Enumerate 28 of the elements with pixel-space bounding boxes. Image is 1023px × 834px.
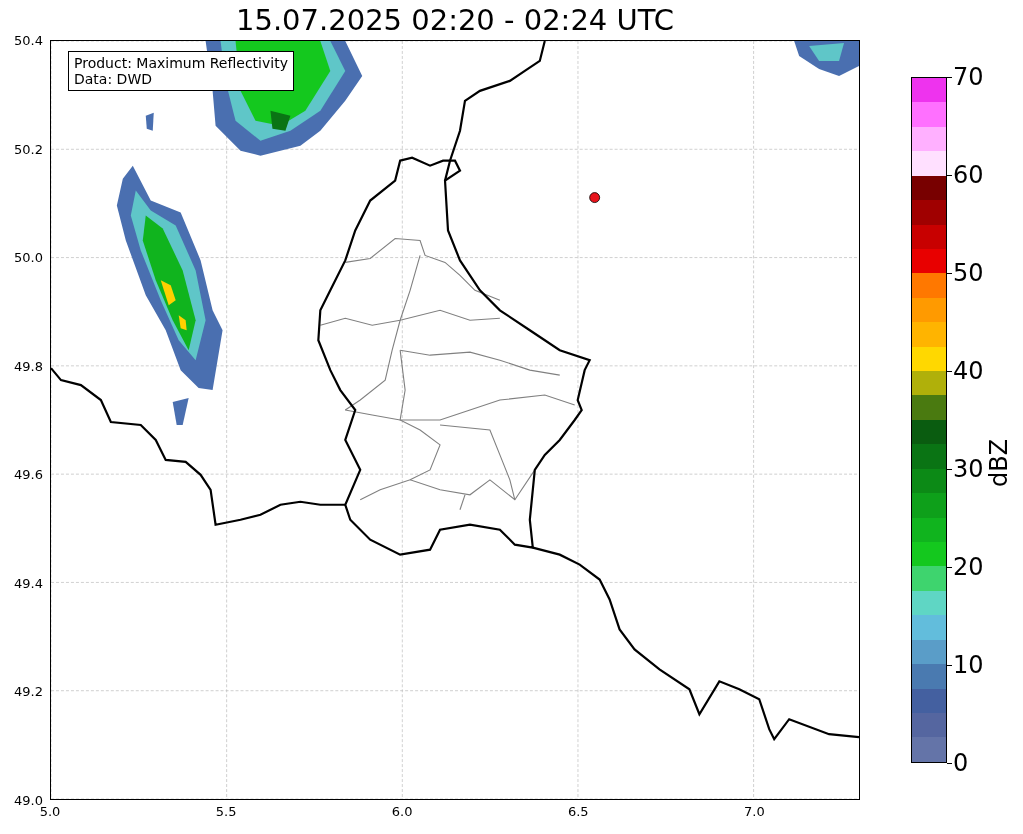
- x-tick-label: 6.0: [391, 805, 413, 818]
- location-marker-icon: [589, 192, 601, 203]
- x-tick-label: 7.0: [744, 805, 765, 818]
- y-tick-label: 49.0: [14, 793, 43, 807]
- y-tick-label: 50.0: [14, 250, 43, 264]
- colorbar-tick-label: 70: [953, 65, 984, 89]
- colorbar-tick-label: 10: [953, 653, 984, 677]
- x-tick-label: 6.5: [567, 805, 589, 818]
- chart-title: 15.07.2025 02:20 - 02:24 UTC: [235, 2, 675, 39]
- y-tick-label: 49.4: [14, 576, 43, 590]
- radar-echo-drawing: [172, 398, 189, 425]
- colorbar-tick-label: 50: [953, 261, 984, 285]
- y-tick-label: 49.8: [14, 359, 43, 373]
- colorbar-label: dBZ: [987, 438, 1011, 488]
- y-tick-label: 49.2: [14, 684, 43, 698]
- y-tick-label: 49.6: [14, 467, 43, 481]
- info-text: Product: Maximum Reflectivity Data: DWD: [68, 51, 294, 91]
- radar-echo-drawing: [145, 112, 154, 131]
- y-tick-label: 50.4: [14, 33, 43, 47]
- colorbar-tick-label: 40: [953, 359, 984, 383]
- colorbar-tick-label: 60: [953, 163, 984, 187]
- colorbar-tick-label: 0: [953, 751, 969, 775]
- colorbar-tick-label: 30: [953, 457, 984, 481]
- x-tick-label: 5.0: [39, 805, 61, 818]
- colorbar-tick-label: 20: [953, 555, 984, 579]
- radar-echo-drawing: [794, 41, 859, 76]
- y-tick-label: 50.2: [14, 142, 43, 156]
- x-tick-label: 5.5: [215, 805, 237, 818]
